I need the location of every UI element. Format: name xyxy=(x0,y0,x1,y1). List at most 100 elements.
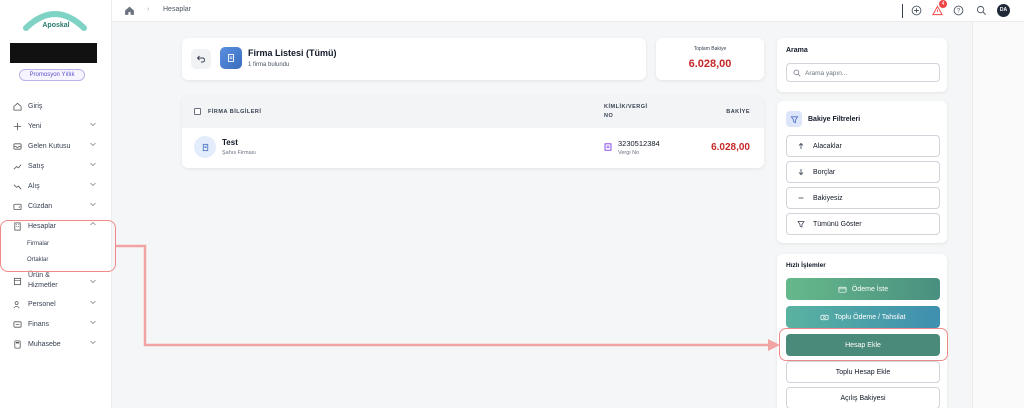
search-icon[interactable] xyxy=(976,5,987,16)
filter-label: Tümünü Göster xyxy=(813,220,862,228)
chevron-down-icon xyxy=(90,202,96,207)
chevron-down-icon xyxy=(90,142,96,147)
total-balance-value: 6.028,00 xyxy=(688,58,732,70)
button-label: Toplu Ödeme / Tahsilat xyxy=(834,313,906,321)
filter-label: Alacaklar xyxy=(813,142,842,150)
sidebar-item-label: Ürün & Hizmetler xyxy=(28,272,58,289)
topbar-divider xyxy=(902,4,903,18)
plus-icon xyxy=(11,120,23,132)
table-header: FİRMA BİLGİLERİ KİMLİK/VERGİ NO BAKİYE xyxy=(182,96,764,128)
sidebar-item-gelen-kutusu[interactable]: Gelen Kutusu xyxy=(0,136,112,156)
chevron-down-icon xyxy=(90,320,96,325)
chevron-down-icon xyxy=(90,122,96,127)
balance-filters-card: Bakiye Filtreleri Alacaklar Borçlar Baki… xyxy=(777,101,947,243)
sidebar-item-personel[interactable]: Personel xyxy=(0,294,112,314)
sidebar-item-label: Alış xyxy=(28,182,40,190)
column-header-id: KİMLİK/VERGİ xyxy=(604,104,648,110)
firm-table: FİRMA BİLGİLERİ KİMLİK/VERGİ NO BAKİYE T… xyxy=(182,96,764,168)
sidebar-item-label: Finans xyxy=(28,320,50,328)
chevron-down-icon xyxy=(90,340,96,345)
table-row[interactable]: Test Şahıs Firması 3230512384 Vergi No 6… xyxy=(182,128,764,168)
search-title: Arama xyxy=(786,47,808,54)
total-balance-label: Toplam Bakiye xyxy=(693,46,727,52)
wallet-icon xyxy=(11,200,23,212)
filter-receivables-button[interactable]: Alacaklar xyxy=(786,135,940,157)
search-input[interactable] xyxy=(805,67,935,79)
document-list-icon xyxy=(220,47,242,69)
topbar: › Hesaplar xyxy=(112,0,1024,22)
users-icon xyxy=(11,298,23,310)
total-balance-card: Toplam Bakiye 6.028,00 xyxy=(656,38,764,80)
sidebar-item-label: Satış xyxy=(28,162,44,170)
column-header-balance: BAKİYE xyxy=(726,109,750,115)
button-label: Ödeme İste xyxy=(851,285,889,293)
button-label: Açılış Bakiyesi xyxy=(840,394,886,402)
back-arrow-icon xyxy=(196,55,205,63)
arrow-down-icon xyxy=(795,168,807,176)
sidebar-item-alis[interactable]: Alış xyxy=(0,176,112,196)
svg-text:?: ? xyxy=(957,9,961,15)
firm-type: Şahıs Firması xyxy=(222,150,256,156)
brand-logo-icon xyxy=(23,11,87,31)
tax-number-label: Vergi No xyxy=(618,150,640,156)
sidebar-item-satis[interactable]: Satış xyxy=(0,156,112,176)
chevron-right-icon: › xyxy=(147,6,150,13)
select-all-checkbox[interactable] xyxy=(194,108,201,115)
quick-actions-title: Hızlı İşlemler xyxy=(786,262,826,269)
filter-debts-button[interactable]: Borçlar xyxy=(786,161,940,183)
row-balance: 6.028,00 xyxy=(711,142,750,153)
home-icon[interactable] xyxy=(124,5,135,16)
opening-balance-button[interactable]: Açılış Bakiyesi xyxy=(786,387,940,408)
inbox-icon xyxy=(11,140,23,152)
filter-icon xyxy=(795,220,807,228)
filters-title: Bakiye Filtreleri xyxy=(808,116,861,123)
page-title: Firma Listesi (Tümü) xyxy=(248,48,337,58)
page-subtitle: 1 firma bulundu xyxy=(248,62,290,68)
plan-badge[interactable]: Promosyon Yıllık xyxy=(19,69,85,81)
search-field[interactable] xyxy=(786,63,940,82)
search-icon xyxy=(793,69,801,77)
sidebar-item-muhasebe[interactable]: Muhasebe xyxy=(0,334,112,354)
button-label: Toplu Hesap Ekle xyxy=(835,368,891,376)
breadcrumb: Hesaplar xyxy=(163,6,192,13)
chevron-down-icon xyxy=(90,162,96,167)
back-button[interactable] xyxy=(191,49,211,69)
home-icon xyxy=(11,100,23,112)
highlight-add-account xyxy=(779,328,948,361)
column-header-id-cont: NO xyxy=(604,113,614,119)
tax-number: 3230512384 xyxy=(618,139,660,148)
box-icon xyxy=(11,275,23,287)
sidebar-item-giris[interactable]: Giriş xyxy=(0,96,112,116)
right-gutter xyxy=(972,22,1024,408)
filter-label: Borçlar xyxy=(813,168,836,176)
chevron-down-icon xyxy=(90,279,96,284)
highlight-sidebar-hesaplar xyxy=(0,220,116,272)
trend-up-icon xyxy=(11,160,23,172)
sidebar-item-label: Giriş xyxy=(28,102,43,110)
avatar[interactable]: DA xyxy=(997,4,1010,17)
request-payment-button[interactable]: Ödeme İste xyxy=(786,278,940,300)
filter-show-all-button[interactable]: Tümünü Göster xyxy=(786,213,940,235)
sidebar-item-label: Gelen Kutusu xyxy=(28,142,71,150)
filter-zero-balance-button[interactable]: Bakiyesiz xyxy=(786,187,940,209)
sidebar-item-finans[interactable]: Finans xyxy=(0,314,112,334)
sidebar: Aposkal Promosyon Yıllık Giriş Yeni Gele… xyxy=(0,0,112,408)
trend-down-icon xyxy=(11,180,23,192)
sidebar-item-label: Cüzdan xyxy=(28,202,53,210)
sidebar-item-cuzdan[interactable]: Cüzdan xyxy=(0,196,112,216)
bulk-payment-button[interactable]: Toplu Ödeme / Tahsilat xyxy=(786,306,940,328)
firm-name[interactable]: Test xyxy=(222,138,238,147)
brand-name: Aposkal xyxy=(42,22,70,29)
help-icon[interactable]: ? xyxy=(953,5,964,16)
filter-label: Bakiyesiz xyxy=(813,194,843,202)
sidebar-item-yeni[interactable]: Yeni xyxy=(0,116,112,136)
arrow-up-icon xyxy=(795,142,807,150)
filter-icon xyxy=(786,111,802,127)
add-circle-icon[interactable] xyxy=(911,5,922,16)
page-header-card: Firma Listesi (Tümü) 1 firma bulundu xyxy=(182,38,646,80)
calculator-icon xyxy=(11,338,23,350)
notification-badge: 4 xyxy=(939,0,947,8)
column-header-firm: FİRMA BİLGİLERİ xyxy=(208,109,262,115)
bulk-add-account-button[interactable]: Toplu Hesap Ekle xyxy=(786,361,940,383)
id-card-icon xyxy=(604,143,612,151)
